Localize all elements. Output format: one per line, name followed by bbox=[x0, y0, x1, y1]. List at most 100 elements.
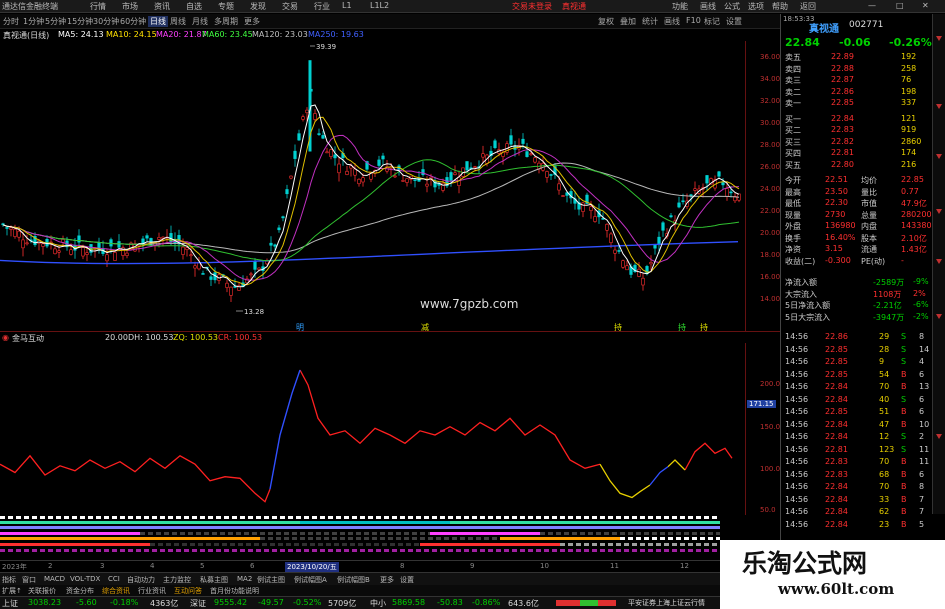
arrow-down-icon[interactable] bbox=[936, 36, 942, 41]
tick-volume: 70 bbox=[879, 382, 890, 391]
candle-body bbox=[301, 116, 305, 120]
collapse-icon[interactable]: ◉ bbox=[2, 333, 9, 342]
tab-industry-news[interactable]: 行业资讯 bbox=[138, 586, 166, 596]
toolbar-f10[interactable]: F10 bbox=[686, 16, 701, 25]
candle-body bbox=[209, 276, 213, 280]
arrow-down-icon[interactable] bbox=[936, 104, 942, 109]
kline-chart[interactable]: 39.39 13.28 明 减 持 持 持 bbox=[0, 41, 745, 331]
band-segment bbox=[676, 532, 681, 535]
candle-body bbox=[561, 195, 565, 197]
tab-expand[interactable]: 扩展↑ bbox=[2, 586, 22, 596]
menu-item-draw[interactable]: 画线 bbox=[700, 1, 716, 12]
menu-item-industry[interactable]: 行业 bbox=[314, 1, 330, 12]
toolbar-adjust[interactable]: 复权 bbox=[598, 16, 614, 27]
tab-fund-distribution[interactable]: 资金分布 bbox=[66, 586, 94, 596]
band-segment bbox=[356, 532, 361, 535]
menu-item-quotes[interactable]: 行情 bbox=[90, 1, 106, 12]
menu-item-discover[interactable]: 发现 bbox=[250, 1, 266, 12]
band-segment bbox=[608, 516, 613, 519]
arrow-down-icon[interactable] bbox=[936, 314, 942, 319]
band-segment bbox=[552, 516, 557, 519]
toolbar-mark[interactable]: 标记 bbox=[704, 16, 720, 27]
index-name[interactable]: 中小 bbox=[370, 598, 386, 609]
bid-label: 买三 bbox=[785, 137, 801, 147]
tab-test-b[interactable]: 例试幅图B bbox=[337, 575, 370, 585]
back-button[interactable]: 返回 bbox=[800, 1, 816, 12]
close-icon[interactable]: ✕ bbox=[922, 1, 929, 10]
candle-body bbox=[609, 233, 613, 244]
band-segment bbox=[372, 532, 377, 535]
minimize-icon[interactable]: — bbox=[868, 1, 876, 10]
tab-related-quotes[interactable]: 关联报价 bbox=[28, 586, 56, 596]
tab-more[interactable]: 更多 bbox=[380, 575, 394, 585]
period-15min[interactable]: 15分钟 bbox=[67, 16, 93, 27]
tab-test-main[interactable]: 例试主图 bbox=[257, 575, 285, 585]
tab-test-a[interactable]: 例试幅图A bbox=[294, 575, 327, 585]
tab-private-main[interactable]: 私募主图 bbox=[200, 575, 228, 585]
menu-item-l1l2[interactable]: L1L2 bbox=[370, 1, 389, 10]
period-weekly[interactable]: 周线 bbox=[170, 16, 186, 27]
menu-item-function[interactable]: 功能 bbox=[672, 1, 688, 12]
band-segment bbox=[652, 537, 657, 540]
band-segment bbox=[276, 532, 281, 535]
stat-value: 136980 bbox=[825, 221, 856, 230]
indicator-chart[interactable] bbox=[0, 343, 745, 515]
toolbar-stats[interactable]: 统计 bbox=[642, 16, 658, 27]
tab-settings[interactable]: 设置 bbox=[400, 575, 414, 585]
tab-ma2[interactable]: MA2 bbox=[237, 575, 252, 583]
toolbar-settings[interactable]: 设置 bbox=[726, 16, 742, 27]
arrow-down-icon[interactable] bbox=[936, 209, 942, 214]
tab-qa[interactable]: 互动问答 bbox=[174, 586, 202, 596]
toolbar-overlay[interactable]: 叠加 bbox=[620, 16, 636, 27]
band-segment bbox=[536, 516, 541, 519]
period-1min[interactable]: 1分钟 bbox=[23, 16, 44, 27]
period-5min[interactable]: 5分钟 bbox=[45, 16, 66, 27]
tab-indicator[interactable]: 指标 bbox=[2, 575, 16, 585]
flow-row: 5日净流入额 -2.21亿 -6% bbox=[783, 300, 933, 311]
menu-item-topics[interactable]: 专题 bbox=[218, 1, 234, 12]
stat-value: -0.300 bbox=[825, 255, 851, 265]
menu-item-market[interactable]: 市场 bbox=[122, 1, 138, 12]
arrow-down-icon[interactable] bbox=[936, 154, 942, 159]
maximize-icon[interactable]: □ bbox=[896, 1, 904, 10]
index-name[interactable]: 上证 bbox=[2, 598, 18, 609]
candle-body bbox=[81, 247, 85, 257]
tab-general-news[interactable]: 综合资讯 bbox=[102, 586, 130, 596]
band-segment bbox=[388, 537, 393, 540]
tab-feature-guide[interactable]: 首月份功能说明 bbox=[210, 586, 259, 596]
period-30min[interactable]: 30分钟 bbox=[93, 16, 119, 27]
menu-item-news[interactable]: 资讯 bbox=[154, 1, 170, 12]
trade-login-link[interactable]: 交易未登录 bbox=[512, 1, 552, 12]
menu-item-help[interactable]: 帮助 bbox=[772, 1, 788, 12]
menu-item-formula[interactable]: 公式 bbox=[724, 1, 740, 12]
period-daily[interactable]: 日线 bbox=[148, 16, 168, 27]
menu-item-l1[interactable]: L1 bbox=[342, 1, 352, 10]
period-multi[interactable]: 多周期 bbox=[214, 16, 238, 27]
period-intraday[interactable]: 分时 bbox=[3, 16, 19, 27]
indicator-dh: DH: 100.53 bbox=[128, 333, 174, 342]
period-60min[interactable]: 60分钟 bbox=[120, 16, 146, 27]
candle-body bbox=[729, 191, 733, 194]
tab-auto[interactable]: 自动功力 bbox=[127, 575, 155, 585]
band-segment bbox=[112, 549, 117, 552]
menu-item-trade[interactable]: 交易 bbox=[282, 1, 298, 12]
tab-vol-tdx[interactable]: VOL-TDX bbox=[70, 575, 100, 583]
index-change: -50.83 bbox=[437, 598, 463, 607]
band-segment bbox=[540, 532, 545, 535]
arrow-down-icon[interactable] bbox=[936, 259, 942, 264]
tab-cci[interactable]: CCI bbox=[108, 575, 120, 583]
tab-main-monitor[interactable]: 主力监控 bbox=[163, 575, 191, 585]
period-more[interactable]: 更多 bbox=[244, 16, 260, 27]
period-monthly[interactable]: 月线 bbox=[192, 16, 208, 27]
index-name[interactable]: 深证 bbox=[190, 598, 206, 609]
stock-name-link[interactable]: 真视通 bbox=[562, 1, 586, 12]
tab-window[interactable]: 窗口 bbox=[22, 575, 36, 585]
tab-macd[interactable]: MACD bbox=[44, 575, 65, 583]
menu-item-watchlist[interactable]: 自选 bbox=[186, 1, 202, 12]
candle-body bbox=[321, 135, 325, 139]
menu-item-options[interactable]: 选项 bbox=[748, 1, 764, 12]
toolbar-draw[interactable]: 画线 bbox=[664, 16, 680, 27]
band-segment bbox=[40, 549, 45, 552]
band-segment bbox=[168, 549, 173, 552]
arrow-down-icon[interactable] bbox=[936, 434, 942, 439]
